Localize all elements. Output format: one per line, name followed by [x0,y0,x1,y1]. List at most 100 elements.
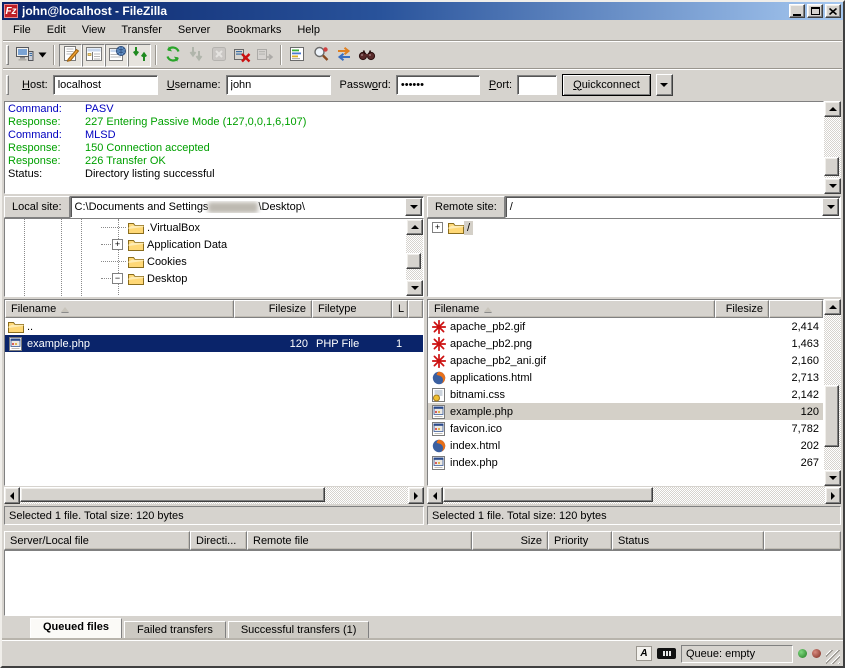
site-manager-button[interactable] [13,44,36,67]
remote-file-list[interactable]: apache_pb2.gif2,414apache_pb2.png1,463ap… [428,318,823,485]
column-header-filetype[interactable]: Filetype [312,300,392,318]
cancel-operation-button[interactable] [207,44,230,67]
tab-failed-transfers[interactable]: Failed transfers [124,621,226,640]
quickconnect-button[interactable]: Quickconnect [562,74,651,96]
remote-site-combobox[interactable]: / [505,196,841,218]
close-button[interactable] [825,4,841,18]
port-field[interactable] [517,75,557,95]
menu-edit[interactable]: Edit [39,20,74,40]
column-header-filesize[interactable]: Filesize [715,300,769,318]
log-scrollbar[interactable] [824,101,841,194]
scroll-left-button[interactable] [4,487,20,504]
menu-view[interactable]: View [74,20,114,40]
scroll-track[interactable] [406,235,423,280]
scroll-down-button[interactable] [824,178,841,194]
remote-directory-tree[interactable]: +/ [428,219,840,296]
queue-column-directi[interactable]: Directi... [190,531,247,550]
scroll-right-button[interactable] [825,487,841,504]
tab-successful-transfers-1[interactable]: Successful transfers (1) [228,621,370,640]
file-row-index-php[interactable]: index.php267 [428,454,823,471]
scroll-thumb[interactable] [824,157,839,176]
scroll-thumb[interactable] [824,385,839,447]
scroll-up-button[interactable] [824,101,841,117]
scroll-thumb[interactable] [406,253,421,269]
directory-comparison-button[interactable] [309,44,332,67]
queue-column-priority[interactable]: Priority [548,531,612,550]
remote-site-dropdown-button[interactable] [822,198,839,216]
file-row-applications-html[interactable]: applications.html2,713 [428,369,823,386]
maximize-button[interactable] [807,4,823,18]
collapse-icon[interactable]: − [112,273,123,284]
toggle-transfer-queue-button[interactable] [128,44,151,67]
speed-limits-icon[interactable] [657,648,676,659]
local-tree-scrollbar[interactable] [406,219,423,296]
scroll-thumb[interactable] [443,487,653,502]
tree-item-application-data[interactable]: +Application Data [5,236,406,253]
scroll-track[interactable] [443,487,825,504]
menu-bookmarks[interactable]: Bookmarks [218,20,289,40]
file-row-example-php[interactable]: example.php120PHP File1 [5,335,423,352]
minimize-button[interactable] [789,4,805,18]
tab-queued-files[interactable]: Queued files [30,618,122,640]
process-queue-button[interactable] [184,44,207,67]
tree-item-desktop[interactable]: −Desktop [5,270,406,287]
scroll-track[interactable] [20,487,408,504]
scroll-down-button[interactable] [824,470,841,486]
title-bar[interactable]: Fz john@localhost - FileZilla [2,2,843,20]
quickconnect-grip[interactable] [6,75,9,95]
host-field[interactable] [53,75,158,95]
queue-column-server-local-file[interactable]: Server/Local file [4,531,190,550]
local-site-dropdown-button[interactable] [405,198,422,216]
local-directory-tree[interactable]: .VirtualBox+Application DataCookies−Desk… [5,219,406,296]
tree-item-root[interactable]: +/ [428,219,840,236]
refresh-button[interactable] [161,44,184,67]
username-field[interactable] [226,75,331,95]
toggle-local-tree-button[interactable] [82,44,105,67]
tree-item-cookies[interactable]: Cookies [5,253,406,270]
scroll-right-button[interactable] [408,487,424,504]
file-row-bitnami-css[interactable]: bitnami.css2,142 [428,386,823,403]
menu-server[interactable]: Server [170,20,218,40]
menu-transfer[interactable]: Transfer [113,20,170,40]
scroll-up-button[interactable] [824,299,841,315]
site-manager-dropdown-button[interactable] [36,44,49,67]
column-header-filename[interactable]: Filename [428,300,715,318]
toggle-message-log-button[interactable] [59,44,82,67]
file-row-[interactable]: .. [5,318,423,335]
password-field[interactable] [396,75,480,95]
tree-item-virtualbox[interactable]: .VirtualBox [5,219,406,236]
reconnect-button[interactable] [253,44,276,67]
local-file-list[interactable]: ..example.php120PHP File1 [5,318,423,485]
expand-icon[interactable]: + [112,239,123,250]
scroll-thumb[interactable] [20,487,325,502]
toggle-remote-tree-button[interactable] [105,44,128,67]
toolbar-grip[interactable] [6,45,9,65]
expand-icon[interactable]: + [432,222,443,233]
quickconnect-dropdown-button[interactable] [656,74,673,96]
find-files-button[interactable] [355,44,378,67]
scroll-track[interactable] [824,117,841,178]
synchronized-browsing-button[interactable] [332,44,355,67]
directory-listing-filters-button[interactable] [286,44,309,67]
file-row-index-html[interactable]: index.html202 [428,437,823,454]
local-site-combobox[interactable]: C:\Documents and Settings\Desktop\ [70,196,424,218]
file-row-apache-pb2-ani-gif[interactable]: apache_pb2_ani.gif2,160 [428,352,823,369]
remote-list-hscrollbar[interactable] [427,487,841,504]
column-header-l[interactable]: L [392,300,408,318]
local-list-hscrollbar[interactable] [4,487,424,504]
scroll-track[interactable] [824,315,841,470]
queue-column-status[interactable]: Status [612,531,764,550]
menu-file[interactable]: File [5,20,39,40]
disconnect-button[interactable] [230,44,253,67]
column-header-filename[interactable]: Filename [5,300,234,318]
file-row-apache-pb2-gif[interactable]: apache_pb2.gif2,414 [428,318,823,335]
queue-column-size[interactable]: Size [472,531,548,550]
menu-help[interactable]: Help [289,20,328,40]
file-row-apache-pb2-png[interactable]: apache_pb2.png1,463 [428,335,823,352]
transfer-queue-body[interactable] [4,550,841,616]
scroll-down-button[interactable] [406,280,423,296]
resize-grip[interactable] [826,650,840,664]
scroll-up-button[interactable] [406,219,423,235]
file-row-favicon-ico[interactable]: favicon.ico7,782 [428,420,823,437]
column-header-filesize[interactable]: Filesize [234,300,312,318]
